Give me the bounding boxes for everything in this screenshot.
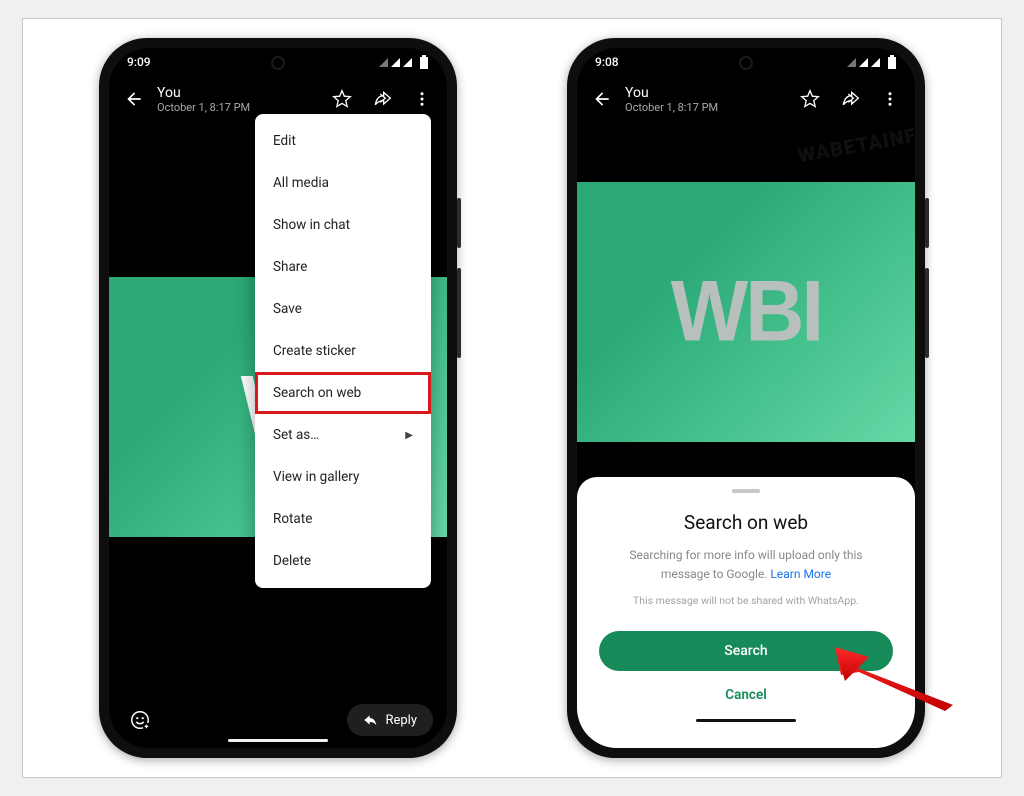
menu-item-share[interactable]: Share: [255, 246, 431, 288]
appbar-date: October 1, 8:17 PM: [625, 101, 787, 114]
star-button[interactable]: [325, 82, 359, 116]
reply-label: Reply: [385, 713, 417, 728]
star-icon: [800, 89, 820, 109]
search-on-web-sheet: Search on web Searching for more info wi…: [577, 477, 915, 748]
menu-item-label: Save: [273, 301, 302, 317]
menu-item-label: All media: [273, 175, 329, 191]
star-button[interactable]: [793, 82, 827, 116]
menu-item-label: Share: [273, 259, 307, 275]
arrow-back-icon: [124, 89, 144, 109]
appbar-title-block[interactable]: You October 1, 8:17 PM: [625, 85, 787, 114]
signal-icon: [844, 56, 884, 68]
status-bar: 9:08: [577, 48, 915, 76]
status-icons: [376, 55, 429, 69]
cancel-button[interactable]: Cancel: [725, 687, 766, 703]
arrow-back-icon: [592, 89, 612, 109]
power-button: [925, 198, 929, 248]
menu-item-all-media[interactable]: All media: [255, 162, 431, 204]
power-button: [457, 198, 461, 248]
forward-icon: [840, 89, 860, 109]
appbar-title-block[interactable]: You October 1, 8:17 PM: [157, 85, 319, 114]
menu-item-delete[interactable]: Delete: [255, 540, 431, 582]
menu-item-rotate[interactable]: Rotate: [255, 498, 431, 540]
menu-item-view-in-gallery[interactable]: View in gallery: [255, 456, 431, 498]
watermark: WABETAINFO: [796, 120, 915, 167]
forward-button[interactable]: [365, 82, 399, 116]
back-button[interactable]: [117, 82, 151, 116]
menu-item-label: Search on web: [273, 385, 361, 401]
menu-item-save[interactable]: Save: [255, 288, 431, 330]
sheet-drag-handle[interactable]: [732, 489, 760, 493]
battery-icon: [419, 55, 429, 69]
reply-icon: [363, 712, 379, 728]
menu-item-label: Create sticker: [273, 343, 356, 359]
menu-item-label: Set as…: [273, 427, 319, 443]
image-text: WBI: [671, 263, 821, 362]
menu-item-label: Show in chat: [273, 217, 350, 233]
menu-item-create-sticker[interactable]: Create sticker: [255, 330, 431, 372]
learn-more-link[interactable]: Learn More: [770, 567, 831, 581]
forward-icon: [372, 89, 392, 109]
status-icons: [844, 55, 897, 69]
signal-icon: [376, 56, 416, 68]
star-icon: [332, 89, 352, 109]
volume-button: [925, 268, 929, 358]
sheet-fine-print: This message will not be shared with Wha…: [633, 594, 859, 607]
more-button[interactable]: [873, 82, 907, 116]
home-indicator[interactable]: [228, 739, 328, 742]
appbar-name: You: [157, 85, 319, 101]
reply-button[interactable]: Reply: [347, 704, 433, 736]
front-camera: [739, 56, 753, 70]
chevron-right-icon: ▶: [405, 430, 413, 441]
more-vert-icon: [881, 90, 899, 108]
back-button[interactable]: [585, 82, 619, 116]
more-button[interactable]: [405, 82, 439, 116]
menu-item-label: Delete: [273, 553, 311, 569]
canvas-container: 9:09 You October 1, 8:17 PM: [22, 18, 1002, 778]
sheet-description: Searching for more info will upload only…: [629, 546, 862, 584]
volume-button: [457, 268, 461, 358]
status-bar: 9:09: [109, 48, 447, 76]
forward-button[interactable]: [833, 82, 867, 116]
sheet-title: Search on web: [684, 511, 808, 534]
opened-image: WBI: [577, 182, 915, 442]
appbar-date: October 1, 8:17 PM: [157, 101, 319, 114]
more-vert-icon: [413, 90, 431, 108]
appbar-name: You: [625, 85, 787, 101]
battery-icon: [887, 55, 897, 69]
front-camera: [271, 56, 285, 70]
emoji-icon: [129, 709, 151, 731]
phone-left: 9:09 You October 1, 8:17 PM: [99, 38, 457, 758]
menu-item-label: Edit: [273, 133, 296, 149]
emoji-button[interactable]: [123, 703, 157, 737]
home-indicator[interactable]: [696, 719, 796, 722]
menu-item-search-on-web[interactable]: Search on web: [255, 372, 431, 414]
menu-item-show-in-chat[interactable]: Show in chat: [255, 204, 431, 246]
search-button[interactable]: Search: [599, 631, 893, 671]
menu-item-label: View in gallery: [273, 469, 359, 485]
status-time: 9:09: [127, 55, 151, 69]
menu-item-label: Rotate: [273, 511, 312, 527]
phone-right: 9:08 You October 1, 8:17 PM: [567, 38, 925, 758]
app-bar: You October 1, 8:17 PM: [577, 76, 915, 122]
status-time: 9:08: [595, 55, 619, 69]
menu-item-set-as[interactable]: Set as… ▶: [255, 414, 431, 456]
overflow-menu: Edit All media Show in chat Share Save Create…: [255, 114, 431, 588]
menu-item-edit[interactable]: Edit: [255, 120, 431, 162]
